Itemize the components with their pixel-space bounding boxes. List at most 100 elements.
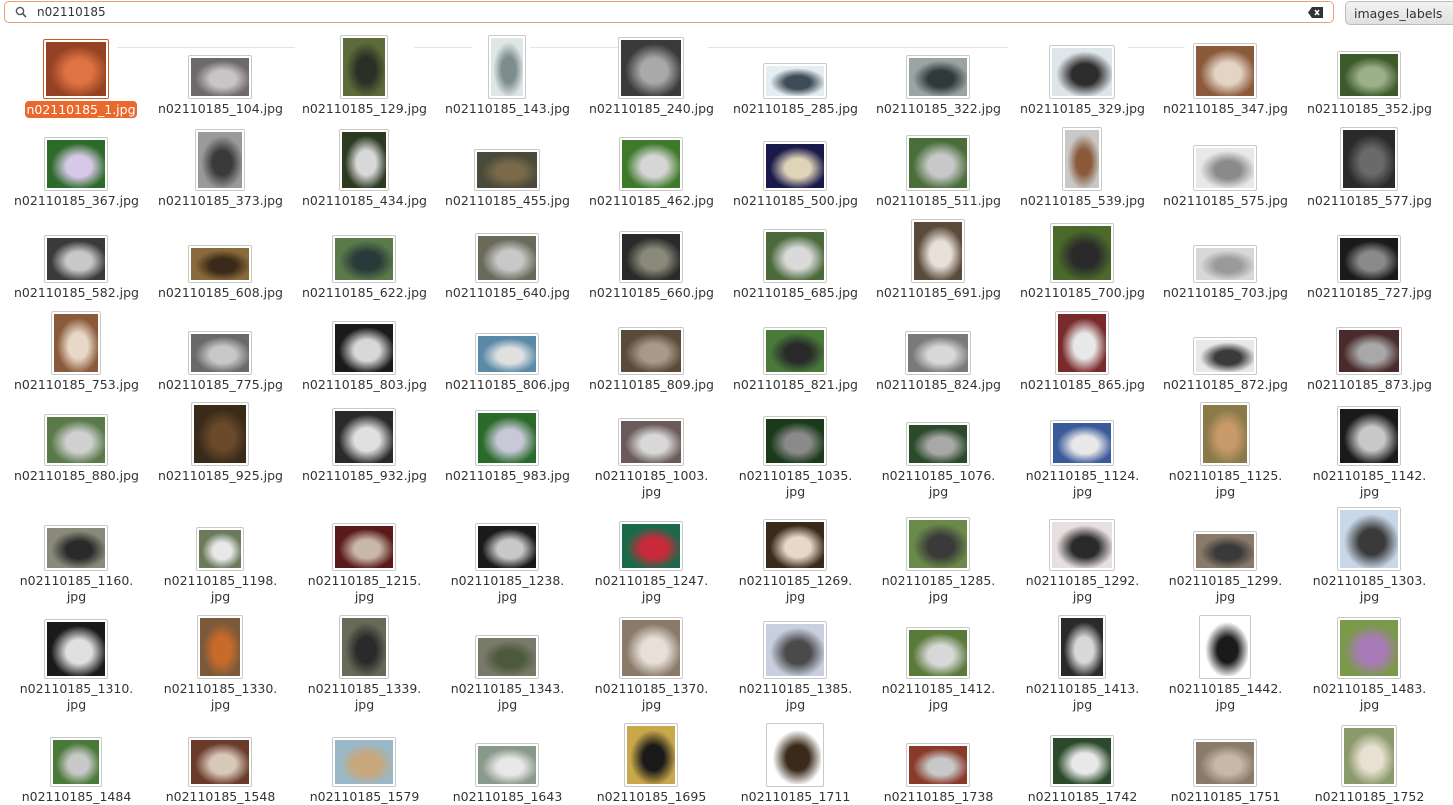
image-thumbnail[interactable] (44, 525, 108, 571)
image-thumbnail[interactable] (51, 311, 101, 375)
image-thumbnail[interactable] (1049, 45, 1115, 99)
image-thumbnail[interactable] (1050, 735, 1114, 787)
image-thumbnail[interactable] (1193, 739, 1257, 787)
image-thumbnail[interactable] (340, 35, 388, 99)
image-thumbnail[interactable] (619, 231, 683, 283)
image-thumbnail[interactable] (618, 327, 684, 375)
image-thumbnail[interactable] (905, 331, 971, 375)
image-thumbnail[interactable] (475, 635, 539, 679)
file-name-label: n02110185_511.jpg (876, 193, 1001, 208)
image-thumbnail[interactable] (763, 63, 827, 99)
image-thumbnail[interactable] (44, 619, 108, 679)
image-thumbnail[interactable] (475, 233, 539, 283)
image-thumbnail[interactable] (475, 523, 539, 571)
image-thumbnail[interactable] (906, 55, 970, 99)
image-thumbnail[interactable] (332, 523, 396, 571)
image-thumbnail[interactable] (1050, 420, 1114, 466)
image-thumbnail[interactable] (618, 418, 684, 466)
image-thumbnail[interactable] (475, 333, 539, 375)
image-thumbnail[interactable] (188, 55, 252, 99)
image-thumbnail[interactable] (906, 743, 970, 787)
thumbnail-image (191, 58, 249, 96)
image-thumbnail[interactable] (763, 621, 827, 679)
image-thumbnail[interactable] (188, 245, 252, 283)
image-thumbnail[interactable] (44, 414, 108, 466)
image-thumbnail[interactable] (474, 149, 540, 191)
image-thumbnail[interactable] (1340, 127, 1398, 191)
image-thumbnail[interactable] (1337, 51, 1401, 99)
image-thumbnail[interactable] (191, 402, 249, 466)
image-thumbnail[interactable] (1055, 311, 1109, 375)
image-thumbnail[interactable] (195, 129, 245, 191)
image-thumbnail[interactable] (50, 737, 102, 787)
thumbnail-image (47, 417, 105, 463)
image-thumbnail[interactable] (488, 35, 526, 99)
thumbnail-image (1340, 409, 1398, 463)
image-thumbnail[interactable] (1062, 127, 1102, 191)
file-name-label: n02110185_753.jpg (14, 377, 139, 392)
image-thumbnail[interactable] (475, 743, 539, 787)
image-thumbnail[interactable] (188, 331, 252, 375)
image-thumbnail[interactable] (619, 521, 683, 571)
image-thumbnail[interactable] (475, 410, 539, 466)
image-thumbnail[interactable] (1336, 327, 1402, 375)
thumbnail-image (191, 740, 249, 784)
image-thumbnail[interactable] (906, 627, 970, 679)
thumbnail-image (766, 522, 824, 568)
image-thumbnail[interactable] (332, 235, 396, 283)
image-thumbnail[interactable] (339, 615, 389, 679)
image-thumbnail[interactable] (1058, 615, 1106, 679)
thumbnail-image (1053, 226, 1111, 280)
image-thumbnail[interactable] (188, 737, 252, 787)
image-thumbnail[interactable] (332, 408, 396, 466)
thumbnail-image (1058, 314, 1106, 372)
image-thumbnail[interactable] (43, 39, 109, 99)
thumbnail-image (622, 524, 680, 568)
image-thumbnail[interactable] (766, 723, 824, 787)
image-thumbnail[interactable] (763, 229, 827, 283)
image-thumbnail[interactable] (1341, 725, 1397, 787)
image-thumbnail[interactable] (618, 37, 684, 99)
image-thumbnail[interactable] (1193, 337, 1257, 375)
file-name-label: n02110185_1035. jpg (738, 468, 853, 499)
image-thumbnail[interactable] (619, 617, 683, 679)
image-thumbnail[interactable] (763, 141, 827, 191)
image-thumbnail[interactable] (44, 137, 108, 191)
file-name-label: n02110185_1303. jpg (1312, 573, 1427, 604)
image-thumbnail[interactable] (197, 615, 243, 679)
image-thumbnail[interactable] (763, 519, 827, 571)
file-name-label: n02110185_1370. jpg (594, 681, 709, 712)
image-thumbnail[interactable] (906, 422, 970, 466)
image-thumbnail[interactable] (1193, 43, 1257, 99)
image-thumbnail[interactable] (763, 416, 827, 466)
image-thumbnail[interactable] (196, 527, 244, 571)
thumbnail-image (47, 238, 105, 280)
file-name-label: n02110185_462.jpg (589, 193, 714, 208)
image-thumbnail[interactable] (332, 737, 396, 787)
file-name-label: n02110185_809.jpg (589, 377, 714, 392)
image-thumbnail[interactable] (1049, 519, 1115, 571)
image-thumbnail[interactable] (1337, 406, 1401, 466)
image-thumbnail[interactable] (1193, 531, 1257, 571)
image-thumbnail[interactable] (1199, 615, 1251, 679)
image-thumbnail[interactable] (1193, 245, 1257, 283)
image-thumbnail[interactable] (1050, 223, 1114, 283)
file-name-label: n02110185_821.jpg (733, 377, 858, 392)
image-thumbnail[interactable] (906, 135, 970, 191)
image-thumbnail[interactable] (1337, 617, 1401, 679)
image-thumbnail[interactable] (906, 517, 970, 571)
image-thumbnail[interactable] (1337, 235, 1401, 283)
image-thumbnail[interactable] (1193, 145, 1257, 191)
file-name-label: n02110185_367.jpg (14, 193, 139, 208)
image-thumbnail[interactable] (911, 219, 965, 283)
image-thumbnail[interactable] (1200, 402, 1250, 466)
image-thumbnail[interactable] (619, 137, 683, 191)
image-thumbnail[interactable] (339, 129, 389, 191)
thumbnail-image (478, 413, 536, 463)
image-thumbnail[interactable] (332, 321, 396, 375)
image-thumbnail[interactable] (1337, 507, 1401, 571)
image-thumbnail[interactable] (44, 235, 108, 283)
thumbnail-image (46, 42, 106, 96)
image-thumbnail[interactable] (624, 723, 678, 787)
image-thumbnail[interactable] (763, 327, 827, 375)
